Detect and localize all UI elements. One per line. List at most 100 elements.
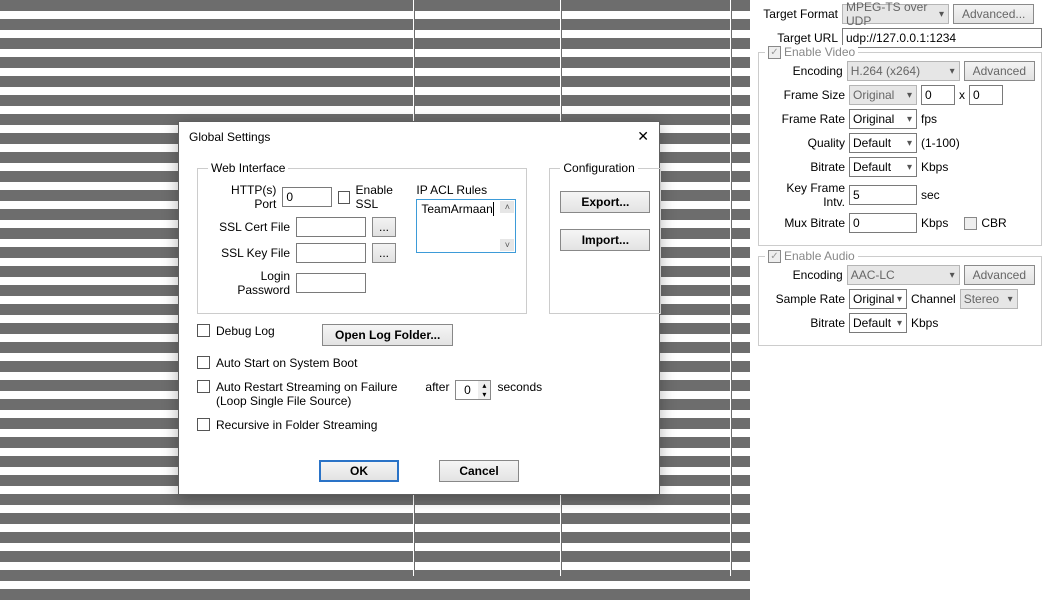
cbr-label: CBR [981,216,1006,230]
video-bitrate-select[interactable]: Default▾ [849,157,917,177]
target-url-label: Target URL [758,31,838,45]
cbr-checkbox[interactable] [964,217,977,230]
audio-advanced-button[interactable]: Advanced [964,265,1035,285]
chevron-down-icon: ▾ [907,90,912,101]
enable-audio-label: Enable Audio [784,249,855,263]
frame-rate-label: Frame Rate [765,112,845,126]
enable-ssl-label: Enable SSL [356,183,409,211]
video-bitrate-label: Bitrate [765,160,845,174]
keyframe-unit: sec [921,188,940,202]
chevron-down-icon: ▾ [907,162,912,173]
login-password-label: Login Password [208,269,290,297]
target-url-input[interactable] [842,28,1042,48]
enable-video-group: Enable Video Encoding H.264 (x264)▾ Adva… [758,52,1042,246]
ssl-cert-browse-button[interactable]: ... [372,217,396,237]
sample-rate-select[interactable]: Original▾ [849,289,907,309]
chevron-down-icon: ▾ [897,294,902,305]
auto-restart-checkbox[interactable] [197,380,210,393]
fps-unit: fps [921,112,937,126]
ssl-key-browse-button[interactable]: ... [372,243,396,263]
target-format-label: Target Format [758,7,838,21]
ip-acl-textarea[interactable]: TeamArmaan ˄ ˅ [416,199,516,253]
target-panel: Target Format MPEG-TS over UDP▾ Advanced… [750,0,1050,576]
scroll-up-icon[interactable]: ˄ [500,201,514,213]
audio-bitrate-label: Bitrate [765,316,845,330]
video-encoding-label: Encoding [765,64,843,78]
advanced-button[interactable]: Advanced... [953,4,1034,24]
import-button[interactable]: Import... [560,229,650,251]
debug-log-checkbox[interactable] [197,324,210,337]
spinner-down-icon[interactable]: ▾ [478,390,490,399]
frame-rate-select[interactable]: Original▾ [849,109,917,129]
auto-start-label: Auto Start on System Boot [216,356,357,370]
audio-encoding-select[interactable]: AAC-LC▾ [847,265,960,285]
cancel-button[interactable]: Cancel [439,460,519,482]
chevron-down-icon: ▾ [939,9,944,20]
export-button[interactable]: Export... [560,191,650,213]
spinner-up-icon[interactable]: ▴ [478,381,490,390]
web-interface-legend: Web Interface [208,161,288,175]
seconds-label: seconds [497,380,542,394]
enable-video-checkbox[interactable] [768,46,781,59]
login-password-input[interactable] [296,273,366,293]
debug-log-label: Debug Log [216,324,316,338]
dialog-title: Global Settings [189,130,270,144]
close-icon[interactable]: ✕ [637,128,649,145]
enable-audio-group: Enable Audio Encoding AAC-LC▾ Advanced S… [758,256,1042,346]
frame-height-input[interactable] [969,85,1003,105]
recursive-checkbox[interactable] [197,418,210,431]
http-port-label: HTTP(s) Port [208,183,276,211]
frame-size-label: Frame Size [765,88,845,102]
http-port-input[interactable] [282,187,332,207]
chevron-down-icon: ▾ [1008,294,1013,305]
frame-size-select[interactable]: Original▾ [849,85,917,105]
channel-select[interactable]: Stereo▾ [960,289,1018,309]
keyframe-label: Key Frame Intv. [765,181,845,209]
after-seconds-spinner[interactable]: 0 ▴▾ [455,380,491,400]
scroll-down-icon[interactable]: ˅ [500,239,514,251]
ssl-cert-input[interactable] [296,217,366,237]
global-settings-dialog: Global Settings ✕ Web Interface HTTP(s) … [178,121,660,495]
video-bitrate-unit: Kbps [921,160,948,174]
enable-ssl-checkbox[interactable] [338,191,349,204]
quality-label: Quality [765,136,845,150]
audio-encoding-label: Encoding [765,268,843,282]
ssl-key-input[interactable] [296,243,366,263]
chevron-down-icon: ▾ [950,66,955,77]
recursive-label: Recursive in Folder Streaming [216,418,377,432]
chevron-down-icon: ▾ [907,114,912,125]
configuration-group: Configuration Export... Import... [549,161,661,314]
chevron-down-icon: ▾ [950,270,955,281]
video-advanced-button[interactable]: Advanced [964,61,1035,81]
mux-bitrate-input[interactable] [849,213,917,233]
open-log-folder-button[interactable]: Open Log Folder... [322,324,453,346]
ip-acl-label: IP ACL Rules [416,183,516,197]
sample-rate-label: Sample Rate [765,292,845,306]
enable-video-label: Enable Video [784,45,855,59]
after-value: 0 [456,383,478,397]
after-label: after [425,380,449,394]
mux-bitrate-unit: Kbps [921,216,948,230]
chevron-down-icon: ▾ [897,318,902,329]
chevron-down-icon: ▾ [907,138,912,149]
channel-label: Channel [911,292,956,306]
quality-hint: (1-100) [921,136,960,150]
ssl-cert-label: SSL Cert File [208,220,290,234]
web-interface-group: Web Interface HTTP(s) Port Enable SSL SS… [197,161,527,314]
ip-acl-value: TeamArmaan [421,202,492,216]
quality-select[interactable]: Default▾ [849,133,917,153]
frame-width-input[interactable] [921,85,955,105]
target-format-select[interactable]: MPEG-TS over UDP▾ [842,4,949,24]
mux-bitrate-label: Mux Bitrate [765,216,845,230]
ok-button[interactable]: OK [319,460,399,482]
ssl-key-label: SSL Key File [208,246,290,260]
frame-size-x: x [959,88,965,102]
auto-start-checkbox[interactable] [197,356,210,369]
keyframe-input[interactable] [849,185,917,205]
audio-bitrate-unit: Kbps [911,316,938,330]
enable-audio-checkbox[interactable] [768,250,781,263]
configuration-legend: Configuration [560,161,637,175]
audio-bitrate-select[interactable]: Default▾ [849,313,907,333]
auto-restart-label: Auto Restart Streaming on Failure (Loop … [216,380,397,408]
video-encoding-select[interactable]: H.264 (x264)▾ [847,61,960,81]
